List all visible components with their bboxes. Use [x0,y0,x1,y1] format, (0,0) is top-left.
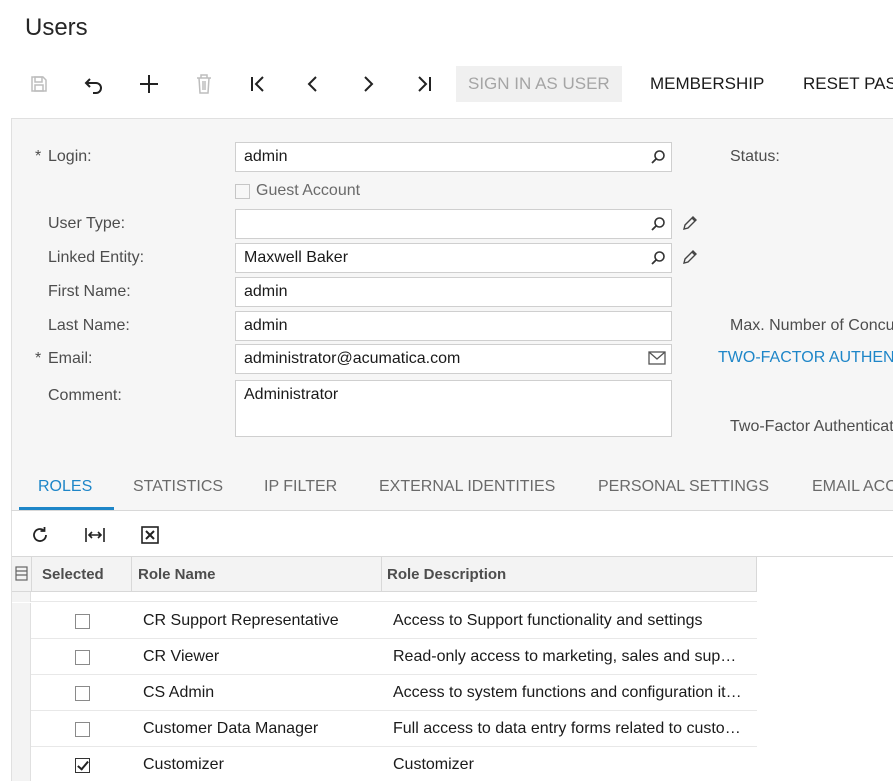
pencil-icon[interactable] [681,214,699,237]
table-row[interactable]: Customizer Customizer [12,747,757,781]
login-label: Login: [48,148,92,165]
row-selector-icon[interactable] [15,566,28,586]
guest-account-checkbox[interactable]: Guest Account [235,182,360,200]
role-name-cell: Customizer [143,756,224,773]
status-label: Status: [730,148,780,165]
table-row[interactable]: CR Viewer Read-only access to marketing,… [12,639,757,675]
page-title: Users [25,14,88,41]
user-type-field[interactable] [235,209,672,239]
selected-checkbox[interactable] [75,758,90,773]
tab-ip-filter[interactable]: IP FILTER [264,478,337,496]
linked-entity-field[interactable]: Maxwell Baker [235,243,672,273]
comment-field[interactable]: Administrator [235,380,672,437]
selected-checkbox[interactable] [75,650,90,665]
grid-body: CR Support Representative Access to Supp… [12,592,757,781]
next-record-icon[interactable] [348,64,388,104]
grid-empty-area [757,557,893,781]
export-excel-icon[interactable] [138,523,162,547]
search-icon[interactable] [650,149,666,170]
login-value: admin [244,148,288,165]
first-name-field[interactable]: admin [235,277,672,307]
tab-bar: ROLES STATISTICS IP FILTER EXTERNAL IDEN… [11,472,893,511]
sign-in-as-user-button[interactable]: SIGN IN AS USER [456,66,622,102]
membership-button[interactable]: MEMBERSHIP [650,66,764,102]
tab-statistics[interactable]: STATISTICS [133,478,223,496]
column-header-role-description[interactable]: Role Description [387,566,506,583]
row-marker [12,711,31,747]
row-marker [12,675,31,711]
grid-header: Selected Role Name Role Description [12,557,757,592]
last-record-icon[interactable] [404,64,444,104]
role-description-cell: Full access to data entry forms related … [393,720,745,737]
tab-roles[interactable]: ROLES [38,478,92,496]
user-type-label: User Type: [48,215,126,232]
column-separator [31,557,32,592]
row-marker [12,592,31,602]
undo-icon[interactable] [74,64,114,104]
table-row[interactable] [12,592,757,602]
search-icon[interactable] [650,250,666,271]
first-name-value: admin [244,283,288,300]
table-row[interactable]: CS Admin Access to system functions and … [12,675,757,711]
max-concurrent-label: Max. Number of Concu [730,317,893,334]
grid-toolbar [12,511,893,557]
role-description-cell: Access to Support functionality and sett… [393,612,703,629]
column-separator [756,557,757,592]
refresh-icon[interactable] [28,523,52,547]
last-name-label: Last Name: [48,317,130,334]
role-name-cell: Customer Data Manager [143,720,319,737]
selected-checkbox[interactable] [75,686,90,701]
row-marker [12,639,31,675]
column-header-selected[interactable]: Selected [42,566,104,583]
email-field[interactable]: administrator@acumatica.com [235,344,672,374]
role-description-cell: Customizer [393,756,474,773]
role-name-cell: CS Admin [143,684,215,701]
selected-checkbox[interactable] [75,614,90,629]
role-name-cell: CR Viewer [143,648,220,665]
tab-email-accounts[interactable]: EMAIL ACC [812,478,893,496]
search-icon[interactable] [650,216,666,237]
guest-account-label: Guest Account [256,182,361,199]
tab-external-identities[interactable]: EXTERNAL IDENTITIES [379,478,555,496]
add-icon[interactable] [129,64,169,104]
last-name-value: admin [244,317,288,334]
required-marker: * [35,148,42,165]
column-header-role-name[interactable]: Role Name [138,566,216,583]
table-row[interactable]: Customer Data Manager Full access to dat… [12,711,757,747]
checkbox-box[interactable] [235,183,250,199]
linked-entity-label: Linked Entity: [48,249,145,266]
first-name-label: First Name: [48,283,131,300]
active-tab-indicator [19,507,114,510]
table-row[interactable]: CR Support Representative Access to Supp… [12,603,757,639]
email-value: administrator@acumatica.com [244,350,461,367]
column-separator[interactable] [131,557,132,592]
two-factor-link[interactable]: TWO-FACTOR AUTHEN [718,349,893,367]
required-marker: * [35,350,42,367]
main-toolbar: SIGN IN AS USER MEMBERSHIP RESET PAS [0,64,893,104]
login-field[interactable]: admin [235,142,672,172]
tab-personal-settings[interactable]: PERSONAL SETTINGS [598,478,769,496]
row-marker [12,603,31,639]
comment-value: Administrator [244,386,339,403]
first-record-icon[interactable] [238,64,278,104]
last-name-field[interactable]: admin [235,311,672,341]
two-factor-auth-label: Two-Factor Authenticat [730,418,893,435]
pencil-icon[interactable] [681,248,699,271]
role-name-cell: CR Support Representative [143,612,339,629]
fit-columns-icon[interactable] [83,523,107,547]
envelope-icon[interactable] [648,351,666,370]
delete-icon[interactable] [184,64,224,104]
role-description-cell: Read-only access to marketing, sales and… [393,648,745,665]
email-label: Email: [48,350,93,367]
comment-label: Comment: [48,387,122,404]
row-marker [12,747,31,781]
previous-record-icon[interactable] [293,64,333,104]
save-icon[interactable] [19,64,59,104]
selected-checkbox[interactable] [75,722,90,737]
role-description-cell: Access to system functions and configura… [393,684,745,701]
column-separator[interactable] [381,557,382,592]
linked-entity-value: Maxwell Baker [244,249,349,266]
reset-password-button[interactable]: RESET PAS [803,66,893,102]
